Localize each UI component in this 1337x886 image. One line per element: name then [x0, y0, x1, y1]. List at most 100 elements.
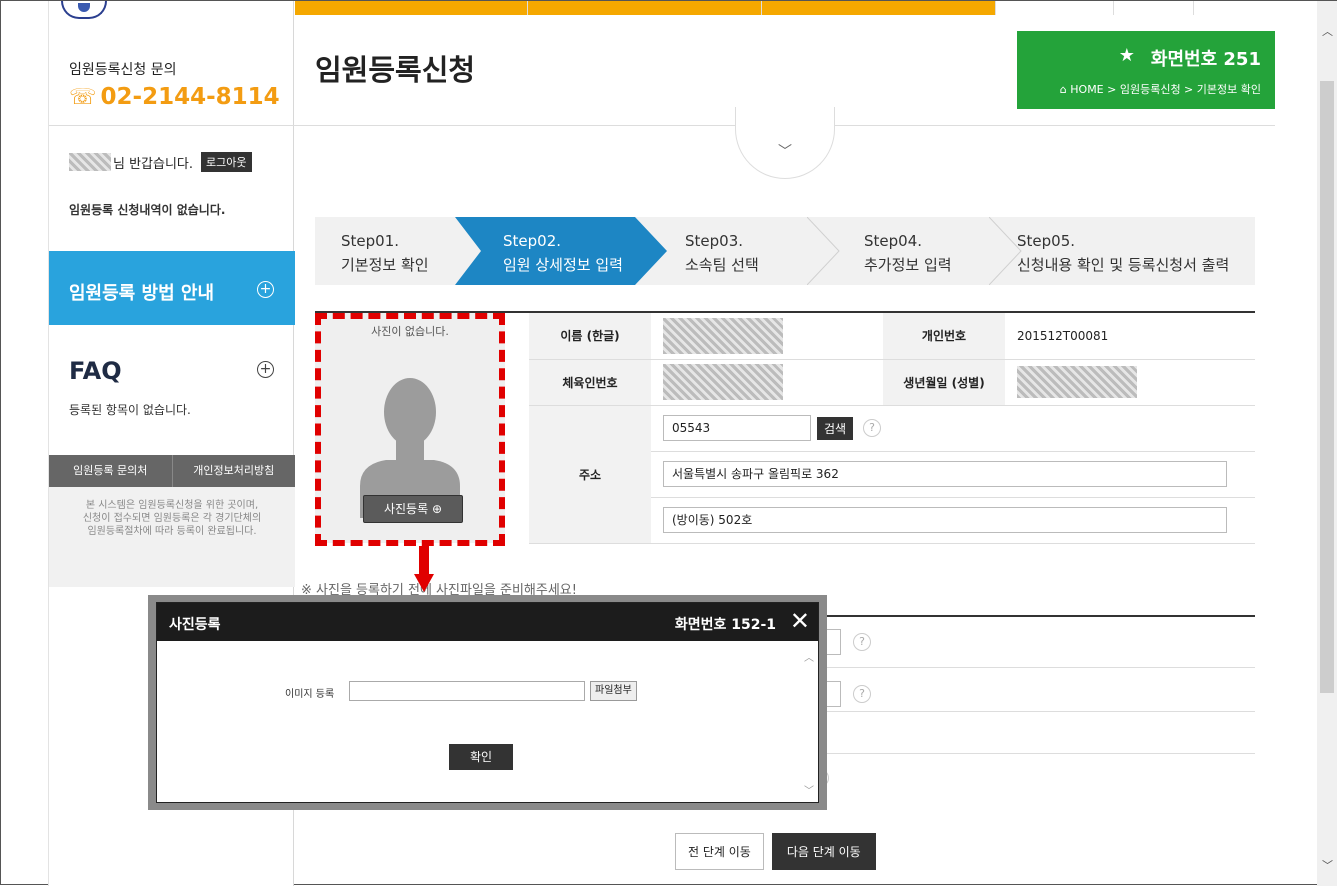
- user-greeting: 님 반갑습니다. 로그아웃: [69, 152, 252, 172]
- arrow-down-icon: [414, 574, 434, 592]
- step-progress: Step01. 기본정보 확인 Step02. 임원 상세정보 입력 Step0…: [315, 217, 1255, 285]
- plus-circle-icon[interactable]: +: [257, 361, 274, 378]
- step-label: 추가정보 입력: [864, 256, 952, 274]
- step-2: Step02. 임원 상세정보 입력: [503, 217, 623, 285]
- address-search-button[interactable]: 검색: [817, 416, 854, 440]
- confirm-button[interactable]: 확인: [449, 744, 513, 770]
- close-icon[interactable]: ✕: [790, 607, 810, 635]
- birth-label: 생년월일 (성별): [883, 359, 1005, 406]
- row-divider: [795, 711, 1255, 712]
- step-buttons: 전 단계 이동 다음 단계 이동: [675, 833, 876, 870]
- step-label: 신청내용 확인 및 등록신청서 출력: [1017, 256, 1230, 274]
- help-icon[interactable]: ?: [863, 419, 882, 437]
- system-info: 본 시스템은 임원등록신청을 위한 곳이며, 신청이 접수되면 임원등록은 각 …: [49, 487, 295, 587]
- highlight-box: [315, 313, 505, 546]
- modal-body: 사진등록 화면번호 152-1 ✕ 이미지 등록 파일첨부 확인 ︿ ﹀: [156, 602, 819, 803]
- step-number: Step04.: [864, 232, 923, 250]
- arrow-annotation: [419, 546, 429, 574]
- phone-icon: ☏: [69, 84, 97, 110]
- step-4: Step04. 추가정보 입력: [864, 217, 952, 285]
- next-step-button[interactable]: 다음 단계 이동: [771, 833, 876, 870]
- modal-header: 사진등록 화면번호 152-1 ✕: [157, 603, 818, 641]
- image-file-input[interactable]: [349, 681, 585, 701]
- screen-number: ★ 화면번호 251: [1119, 45, 1261, 71]
- divider: [49, 125, 295, 126]
- address1-input[interactable]: 서울특별시 송파구 올림픽로 362: [663, 461, 1227, 487]
- plus-circle-icon[interactable]: +: [257, 281, 274, 298]
- step-number: Step01.: [341, 232, 400, 250]
- tab-privacy[interactable]: 개인정보처리방침: [173, 455, 296, 487]
- screen-number-text: 화면번호 251: [1150, 49, 1261, 70]
- step-label: 임원 상세정보 입력: [503, 256, 623, 274]
- modal-title: 사진등록: [169, 617, 221, 633]
- greeting-text: 님 반갑습니다.: [113, 156, 194, 172]
- info-line: 본 시스템은 임원등록신청을 위한 곳이며,: [85, 500, 259, 511]
- modal-scrollbar[interactable]: ︿ ﹀: [802, 643, 816, 801]
- row-divider: [795, 667, 1255, 668]
- inquiry-phone: ☏ 02-2144-8114: [69, 84, 280, 110]
- step-1: Step01. 기본정보 확인: [341, 217, 429, 285]
- name-redacted: [663, 317, 783, 354]
- top-nav-divider: [1193, 1, 1194, 15]
- athlete-no-value: [651, 359, 883, 406]
- star-icon: ★: [1118, 45, 1135, 66]
- info-line: 임원등록절차에 따라 등록이 완료됩니다.: [87, 526, 257, 537]
- top-nav-divider: [761, 1, 762, 15]
- address2-input[interactable]: (방이동) 502호: [663, 507, 1227, 533]
- help-icon[interactable]: ?: [853, 685, 871, 703]
- chevron-up-icon[interactable]: ︿: [804, 649, 814, 664]
- logout-button[interactable]: 로그아웃: [201, 152, 252, 172]
- step-3: Step03. 소속팀 선택: [685, 217, 759, 285]
- faq-title[interactable]: FAQ: [69, 357, 122, 385]
- table-row: 이름 (한글) 개인번호 201512T00081: [529, 313, 1255, 360]
- tab-contact[interactable]: 임원등록 문의처: [49, 455, 173, 487]
- step-divider: [807, 217, 841, 285]
- chevron-up-icon[interactable]: ︿: [1322, 23, 1333, 39]
- address-label: 주소: [529, 405, 651, 544]
- guide-label: 임원등록 방법 안내: [69, 283, 215, 304]
- breadcrumb-text[interactable]: HOME > 임원등록신청 > 기본정보 확인: [1070, 83, 1261, 96]
- faq-empty-text: 등록된 항목이 없습니다.: [69, 403, 191, 417]
- info-line: 신청이 접수되면 임원등록은 각 경기단체의: [82, 513, 262, 524]
- guide-menu[interactable]: 임원등록 방법 안내 +: [49, 251, 295, 325]
- address1-cell: 서울특별시 송파구 올림픽로 362: [651, 451, 1255, 498]
- user-name-redacted: [69, 153, 111, 171]
- athlete-no-redacted: [663, 364, 783, 400]
- image-register-label: 이미지 등록: [285, 689, 335, 700]
- chevron-down-icon[interactable]: ﹀: [804, 782, 814, 797]
- phone-number: 02-2144-8114: [100, 84, 280, 110]
- address2-cell: (방이동) 502호: [651, 497, 1255, 544]
- birth-value: [1005, 359, 1255, 406]
- logo-icon[interactable]: [61, 1, 107, 19]
- home-icon: ⌂: [1059, 83, 1067, 96]
- athlete-no-label: 체육인번호: [529, 359, 651, 406]
- breadcrumb: ⌂ HOME > 임원등록신청 > 기본정보 확인: [1060, 81, 1261, 97]
- zip-input[interactable]: 05543: [663, 415, 811, 441]
- file-attach-button[interactable]: 파일첨부: [590, 681, 637, 701]
- screen-number-box: ★ 화면번호 251 ⌂ HOME > 임원등록신청 > 기본정보 확인: [1017, 31, 1275, 109]
- top-nav-divider: [1113, 1, 1114, 15]
- scrollbar-thumb[interactable]: [1320, 81, 1334, 693]
- chevron-down-icon[interactable]: ﹀: [1322, 857, 1333, 873]
- member-info-table: 이름 (한글) 개인번호 201512T00081 체육인번호 생년월일 (성별…: [529, 313, 1255, 544]
- table-row: 주소 05543 검색?: [529, 405, 1255, 544]
- photo-register-modal: 사진등록 화면번호 152-1 ✕ 이미지 등록 파일첨부 확인 ︿ ﹀: [148, 595, 827, 810]
- chevron-down-icon[interactable]: ﹀: [735, 107, 835, 179]
- personal-no-value: 201512T00081: [1005, 313, 1255, 360]
- top-nav-divider: [527, 1, 528, 15]
- no-application-text: 임원등록 신청내역이 없습니다.: [69, 203, 226, 217]
- birth-redacted: [1017, 366, 1137, 398]
- prev-step-button[interactable]: 전 단계 이동: [675, 833, 764, 870]
- sidebar-tabs: 임원등록 문의처 개인정보처리방침: [49, 455, 295, 487]
- top-nav-bar: [295, 1, 1275, 15]
- inquiry-title: 임원등록신청 문의: [69, 62, 177, 78]
- top-nav-highlight: [295, 1, 995, 15]
- row-divider: [795, 753, 1255, 754]
- personal-no-label: 개인번호: [883, 313, 1005, 360]
- step-label: 기본정보 확인: [341, 256, 429, 274]
- step-number: Step03.: [685, 232, 744, 250]
- name-label: 이름 (한글): [529, 313, 651, 360]
- help-icon[interactable]: ?: [853, 633, 871, 651]
- step-label: 소속팀 선택: [685, 256, 759, 274]
- page-scrollbar[interactable]: ︿ ﹀: [1317, 1, 1337, 886]
